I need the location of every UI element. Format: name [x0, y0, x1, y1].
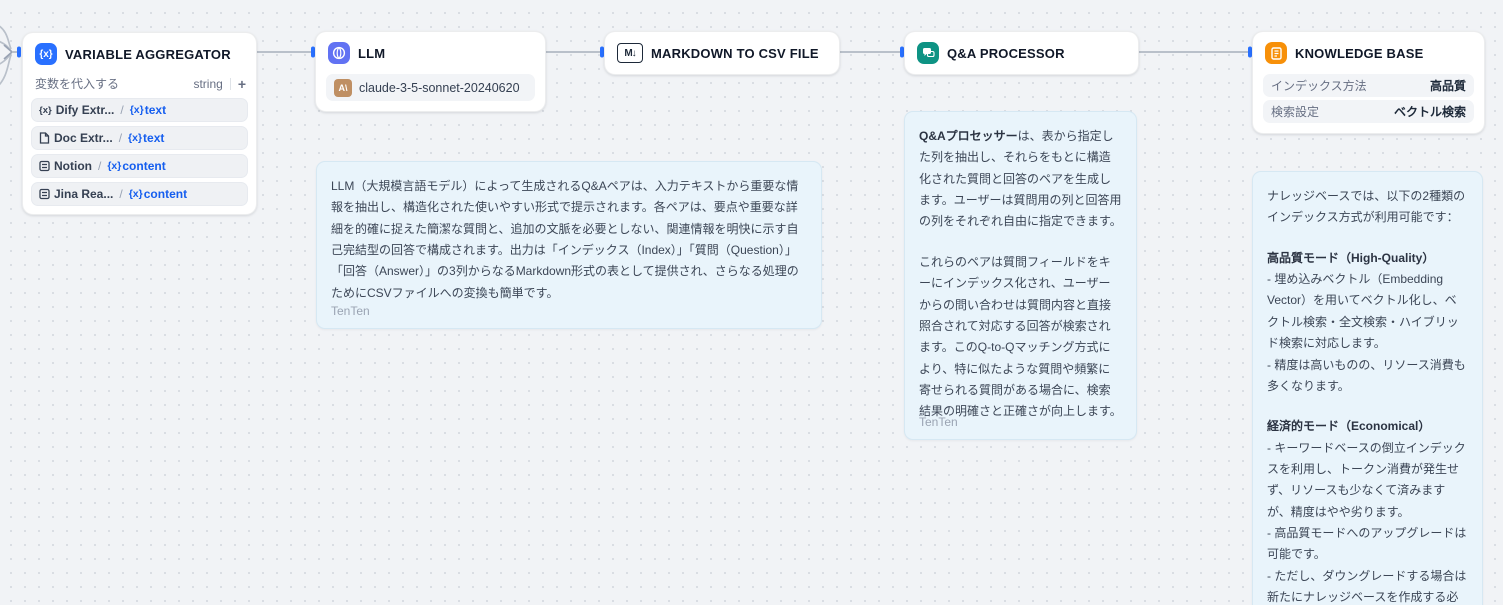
kb-settings-rows: インデックス方法 高品質検索設定 ベクトル検索	[1253, 72, 1484, 133]
node-markdown-to-csv[interactable]: M↓ MARKDOWN TO CSV FILE	[604, 31, 840, 75]
anthropic-icon: A\	[334, 79, 352, 97]
separator: /	[120, 103, 123, 117]
note-kb[interactable]: ナレッジベースでは、以下の2種類のインデックス方式が利用可能です：高品質モード（…	[1252, 171, 1483, 605]
separator: /	[98, 159, 101, 173]
node-title: LLM	[358, 46, 385, 61]
variable-row[interactable]: Notion / {x}content	[31, 154, 248, 178]
braces-variable-icon: {x}	[35, 43, 57, 65]
kb-setting-row[interactable]: インデックス方法 高品質	[1263, 74, 1474, 97]
setting-label: 検索設定	[1271, 103, 1319, 120]
separator: /	[119, 131, 122, 145]
code-variable-icon: {x}	[39, 105, 52, 116]
setting-value: ベクトル検索	[1394, 103, 1466, 120]
model-sphere-icon	[328, 42, 350, 64]
variable-chip: {x}text	[130, 103, 166, 117]
node-title: KNOWLEDGE BASE	[1295, 46, 1423, 61]
node-title: MARKDOWN TO CSV FILE	[651, 46, 819, 61]
setting-label: インデックス方法	[1271, 77, 1367, 94]
list-icon	[39, 188, 50, 200]
node-title: Q&A PROCESSOR	[947, 46, 1065, 61]
source-node-name: Jina Rea...	[54, 187, 113, 201]
kb-setting-row[interactable]: 検索設定 ベクトル検索	[1263, 100, 1474, 123]
note-author: TenTen	[919, 415, 958, 429]
source-node-name: Notion	[54, 159, 92, 173]
notebook-icon	[1265, 42, 1287, 64]
model-selector[interactable]: A\ claude-3-5-sonnet-20240620	[326, 74, 535, 101]
variable-chip: {x}text	[128, 131, 164, 145]
note-text: Q&Aプロセッサーは、表から指定した列を抽出し、それらをもとに構造化された質問と…	[919, 126, 1122, 423]
variable-rows: {x} Dify Extr... / {x}text Doc Extr... / {x}te…	[23, 98, 256, 214]
list-icon	[39, 160, 50, 172]
variable-row[interactable]: {x} Dify Extr... / {x}text	[31, 98, 248, 122]
node-llm[interactable]: LLM A\ claude-3-5-sonnet-20240620	[315, 31, 546, 112]
setting-value: 高品質	[1430, 77, 1466, 94]
add-variable-button[interactable]: +	[238, 77, 246, 91]
variable-row[interactable]: Doc Extr... / {x}text	[31, 126, 248, 150]
variable-type-selector[interactable]: string	[193, 77, 222, 91]
note-text: LLM（大規模言語モデル）によって生成されるQ&Aペアは、入力テキストから重要な…	[331, 176, 807, 304]
node-knowledge-base[interactable]: KNOWLEDGE BASE インデックス方法 高品質検索設定 ベクトル検索	[1252, 31, 1485, 134]
node-variable-aggregator[interactable]: {x} VARIABLE AGGREGATOR 変数を代入する string +…	[22, 32, 257, 215]
workflow-canvas[interactable]: {x} VARIABLE AGGREGATOR 変数を代入する string +…	[0, 0, 1503, 605]
source-node-name: Doc Extr...	[54, 131, 113, 145]
incoming-edge-curves	[0, 24, 11, 88]
chat-bubbles-icon	[917, 42, 939, 64]
note-llm[interactable]: LLM（大規模言語モデル）によって生成されるQ&Aペアは、入力テキストから重要な…	[316, 161, 822, 329]
divider	[230, 78, 231, 90]
markdown-icon: M↓	[617, 43, 643, 63]
edge-arrow-icon	[4, 45, 12, 59]
variable-row[interactable]: Jina Rea... / {x}content	[31, 182, 248, 206]
separator: /	[119, 187, 122, 201]
document-icon	[39, 132, 50, 144]
node-qa-processor[interactable]: Q&A PROCESSOR	[904, 31, 1139, 75]
note-author: TenTen	[331, 304, 370, 318]
model-name: claude-3-5-sonnet-20240620	[359, 81, 520, 95]
variable-chip: {x}content	[129, 187, 187, 201]
note-text: ナレッジベースでは、以下の2種類のインデックス方式が利用可能です：高品質モード（…	[1267, 186, 1468, 605]
assign-variables-label: 変数を代入する	[35, 75, 119, 92]
source-node-name: Dify Extr...	[56, 103, 115, 117]
note-qa[interactable]: Q&Aプロセッサーは、表から指定した列を抽出し、それらをもとに構造化された質問と…	[904, 111, 1137, 440]
variable-chip: {x}content	[107, 159, 165, 173]
node-title: VARIABLE AGGREGATOR	[65, 47, 231, 62]
